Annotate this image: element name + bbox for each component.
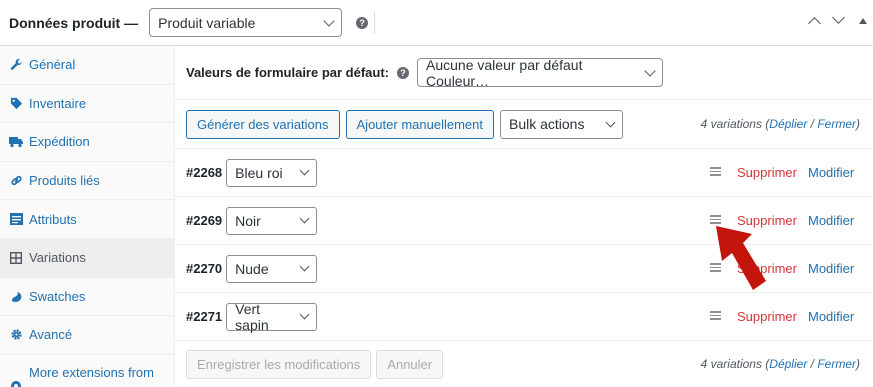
tag-icon [9, 96, 23, 110]
variation-value: Vert sapin [235, 300, 269, 333]
drag-handle-icon[interactable] [710, 167, 721, 178]
grid-icon [9, 251, 23, 265]
help-icon[interactable]: ? [397, 66, 410, 79]
variation-value: Noir [235, 212, 261, 229]
triangle-up-icon [859, 18, 867, 24]
variation-value: Bleu roi [235, 164, 283, 181]
variations-footer: Enregistrer les modifications Annuler 4 … [175, 341, 873, 387]
chevron-up-icon [808, 17, 821, 30]
tab-inventory[interactable]: Inventaire [0, 85, 174, 124]
bulk-actions-select[interactable]: Bulk actions [499, 109, 623, 139]
tab-label: Inventaire [29, 95, 87, 111]
tab-label: Expédition [29, 134, 90, 150]
tab-general[interactable]: Général [0, 46, 174, 85]
variation-attribute-select[interactable]: Noir [226, 206, 318, 235]
variation-row[interactable]: #2268 Bleu roi Supprimer Modifier [175, 149, 873, 197]
tab-label: Général [29, 57, 76, 73]
cancel-button[interactable]: Annuler [376, 349, 444, 379]
product-type-select[interactable]: Produit variable [149, 8, 343, 37]
chevron-down-icon [605, 117, 616, 127]
default-value-text: Aucune valeur par défaut Couleur… [426, 56, 583, 89]
add-manually-button[interactable]: Ajouter manuellement [345, 109, 494, 139]
chevron-down-icon [299, 165, 310, 176]
tab-label: Variations [29, 250, 86, 266]
tab-label: More extensions from [29, 364, 154, 380]
bulk-actions-value: Bulk actions [508, 116, 585, 132]
swatches-icon [9, 289, 23, 303]
tab-swatches[interactable]: Swatches [0, 278, 174, 317]
tab-attributes[interactable]: Attributs [0, 200, 174, 239]
edit-variation-link[interactable]: Modifier [808, 261, 854, 276]
drag-handle-icon[interactable] [710, 311, 721, 322]
tab-linked-products[interactable]: Produits liés [0, 162, 174, 201]
collapse-all-link[interactable]: Fermer [817, 117, 856, 131]
toggle-panel-button[interactable] [859, 18, 867, 24]
variation-value: Nude [235, 260, 269, 277]
variation-id: #2271 [186, 309, 223, 324]
chevron-down-icon [299, 309, 310, 320]
tab-advanced[interactable]: Avancé [0, 316, 174, 355]
chevron-down-icon [323, 14, 335, 27]
tab-shipping[interactable]: Expédition [0, 123, 174, 162]
tab-variations[interactable]: Variations [0, 238, 174, 278]
list-icon [9, 212, 23, 226]
help-icon[interactable]: ? [356, 16, 369, 29]
save-changes-button[interactable]: Enregistrer les modifications [186, 349, 372, 379]
move-down-button[interactable] [832, 11, 845, 24]
product-type-value: Produit variable [158, 14, 256, 31]
variation-attribute-select[interactable]: Bleu roi [226, 158, 318, 187]
variation-id: #2269 [186, 213, 223, 228]
chevron-down-icon [299, 261, 310, 272]
collapse-all-link[interactable]: Fermer [817, 357, 856, 371]
delete-variation-link[interactable]: Supprimer [737, 165, 797, 180]
variation-id: #2270 [186, 261, 223, 276]
panel-title: Données produit — [9, 14, 139, 31]
extensions-icon [9, 379, 23, 387]
default-values-label: Valeurs de formulaire par défaut: [186, 65, 390, 80]
tab-label: Attributs [29, 211, 77, 227]
default-form-values-row: Valeurs de formulaire par défaut: ? Aucu… [175, 46, 873, 100]
chevron-down-icon [644, 64, 656, 77]
edit-variation-link[interactable]: Modifier [808, 309, 854, 324]
truck-icon [9, 135, 23, 149]
header-divider [374, 12, 375, 34]
default-value-select[interactable]: Aucune valeur par défaut Couleur… [417, 56, 664, 89]
variation-count-footer: 4 variations (Déplier / Fermer) [700, 357, 860, 371]
move-up-button[interactable] [808, 17, 821, 30]
variation-id: #2268 [186, 165, 223, 180]
generate-variations-button[interactable]: Générer des variations [186, 109, 340, 139]
tab-label: Swatches [29, 288, 86, 304]
delete-variation-link[interactable]: Supprimer [737, 309, 797, 324]
gear-icon [9, 328, 23, 342]
annotation-arrow-icon [716, 226, 766, 290]
chevron-down-icon [299, 213, 310, 224]
tab-more-extensions[interactable]: More extensions from [0, 355, 174, 387]
expand-all-link[interactable]: Déplier [769, 357, 807, 371]
variation-count: 4 variations (Déplier / Fermer) [700, 117, 860, 131]
expand-all-link[interactable]: Déplier [769, 117, 807, 131]
variation-attribute-select[interactable]: Nude [226, 254, 318, 283]
link-icon [9, 174, 23, 188]
tab-label: Produits liés [29, 173, 100, 189]
tab-label: Avancé [29, 327, 73, 343]
product-data-tabs: Général Inventaire Expédition Produits l… [0, 46, 175, 387]
variations-toolbar: Générer des variations Ajouter manuellem… [175, 100, 873, 149]
product-data-header: Données produit — Produit variable ? [0, 0, 873, 46]
wrench-icon [9, 58, 23, 72]
edit-variation-link[interactable]: Modifier [808, 213, 854, 228]
edit-variation-link[interactable]: Modifier [808, 165, 854, 180]
variation-attribute-select[interactable]: Vert sapin [226, 300, 318, 333]
chevron-down-icon [832, 11, 845, 24]
